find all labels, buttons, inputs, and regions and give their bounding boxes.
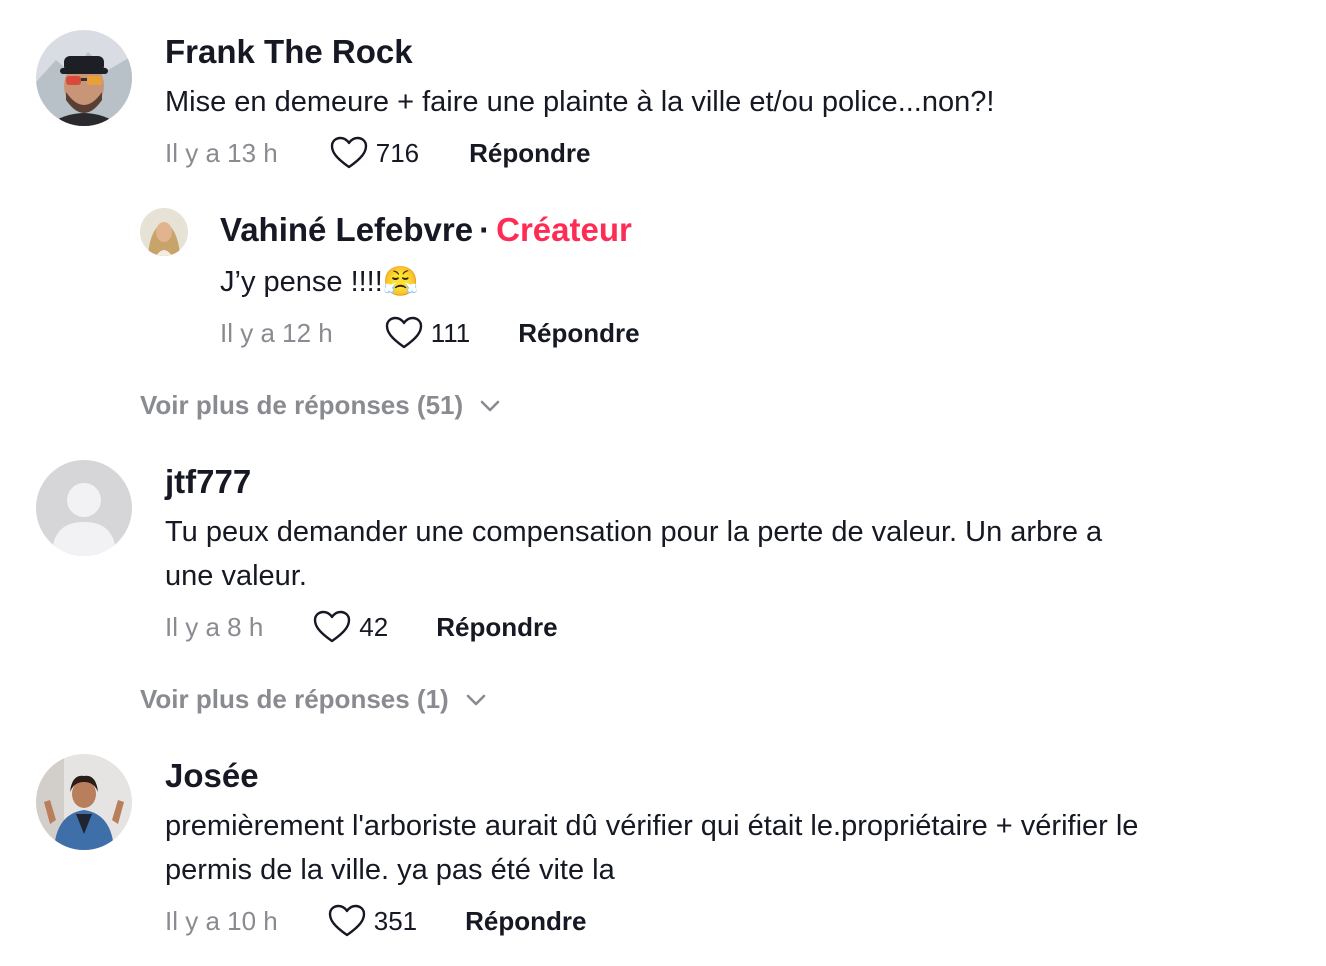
chevron-down-icon [466,694,486,705]
view-more-replies-label[interactable]: Voir plus de réponses (1) [140,684,449,715]
like-count: 716 [375,137,420,168]
comment-username[interactable]: jtf777 [165,463,251,501]
reply-button[interactable]: Répondre [465,906,586,937]
avatar[interactable] [140,208,188,256]
like-count: 351 [373,905,418,936]
heart-outline-icon[interactable] [313,610,351,644]
chevron-down-icon [480,400,500,411]
reply-username-text[interactable]: Vahiné Lefebvre [220,211,473,248]
reply-button[interactable]: Répondre [436,612,557,643]
comment-meta: Il y a 10 h 351 Répondre [165,904,586,938]
comment-timestamp: Il y a 10 h [165,905,278,936]
separator-dot: · [479,211,491,248]
avatar[interactable] [36,30,132,126]
comment-timestamp: Il y a 8 h [165,611,264,642]
comment-text: Mise en demeure + faire une plainte à la… [165,86,995,118]
reply-text: J’y pense !!!!😤 [220,266,419,298]
comment-text: Tu peux demander une compensation pour l… [165,510,1265,598]
default-avatar-icon[interactable] [36,460,132,556]
comment-text-line: premièrement l'arboriste aurait dû vérif… [165,810,1139,842]
comment-text-line: Tu peux demander une compensation pour l… [165,516,1103,548]
comment-username[interactable]: Josée [165,757,259,795]
view-more-replies-label[interactable]: Voir plus de réponses (51) [140,390,463,421]
heart-outline-icon[interactable] [330,136,368,170]
reply-button[interactable]: Répondre [469,138,590,169]
creator-badge: Créateur [496,211,632,248]
comment-username[interactable]: Frank The Rock [165,33,413,71]
view-more-replies-button[interactable]: Voir plus de réponses (51) [140,390,501,421]
reply-timestamp: Il y a 12 h [220,317,333,348]
avatar[interactable] [36,754,132,850]
reply-button[interactable]: Répondre [518,318,639,349]
like-count: 111 [430,317,471,348]
like-count: 42 [359,611,389,642]
comment-text: premièrement l'arboriste aurait dû vérif… [165,804,1285,892]
comment-text-line: une valeur. [165,560,307,592]
comments-panel: Frank The Rock Mise en demeure + faire u… [0,0,1326,966]
reply-username[interactable]: Vahiné Lefebvre · Créateur [220,211,632,249]
heart-outline-icon[interactable] [328,904,366,938]
heart-outline-icon[interactable] [385,316,423,350]
view-more-replies-button[interactable]: Voir plus de réponses (1) [140,684,487,715]
comment-timestamp: Il y a 13 h [165,137,278,168]
comment-meta: Il y a 13 h 716 Répondre [165,136,590,170]
reply-meta: Il y a 12 h 111 Répondre [220,316,640,350]
comment-text-line: permis de la ville. ya pas été vite la [165,854,615,886]
comment-meta: Il y a 8 h 42 Répondre [165,610,558,644]
